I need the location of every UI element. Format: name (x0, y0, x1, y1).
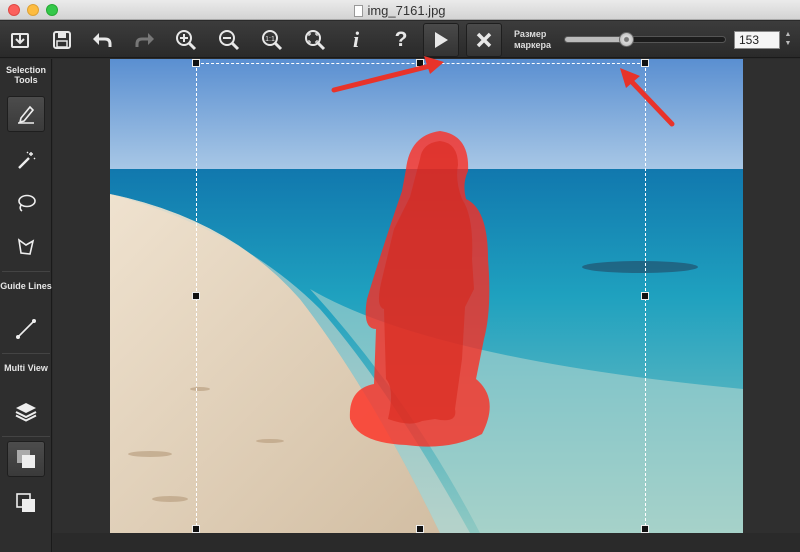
annotation-arrow (331, 56, 444, 93)
annotation-arrow (620, 68, 675, 127)
annotation-arrows (331, 56, 675, 127)
